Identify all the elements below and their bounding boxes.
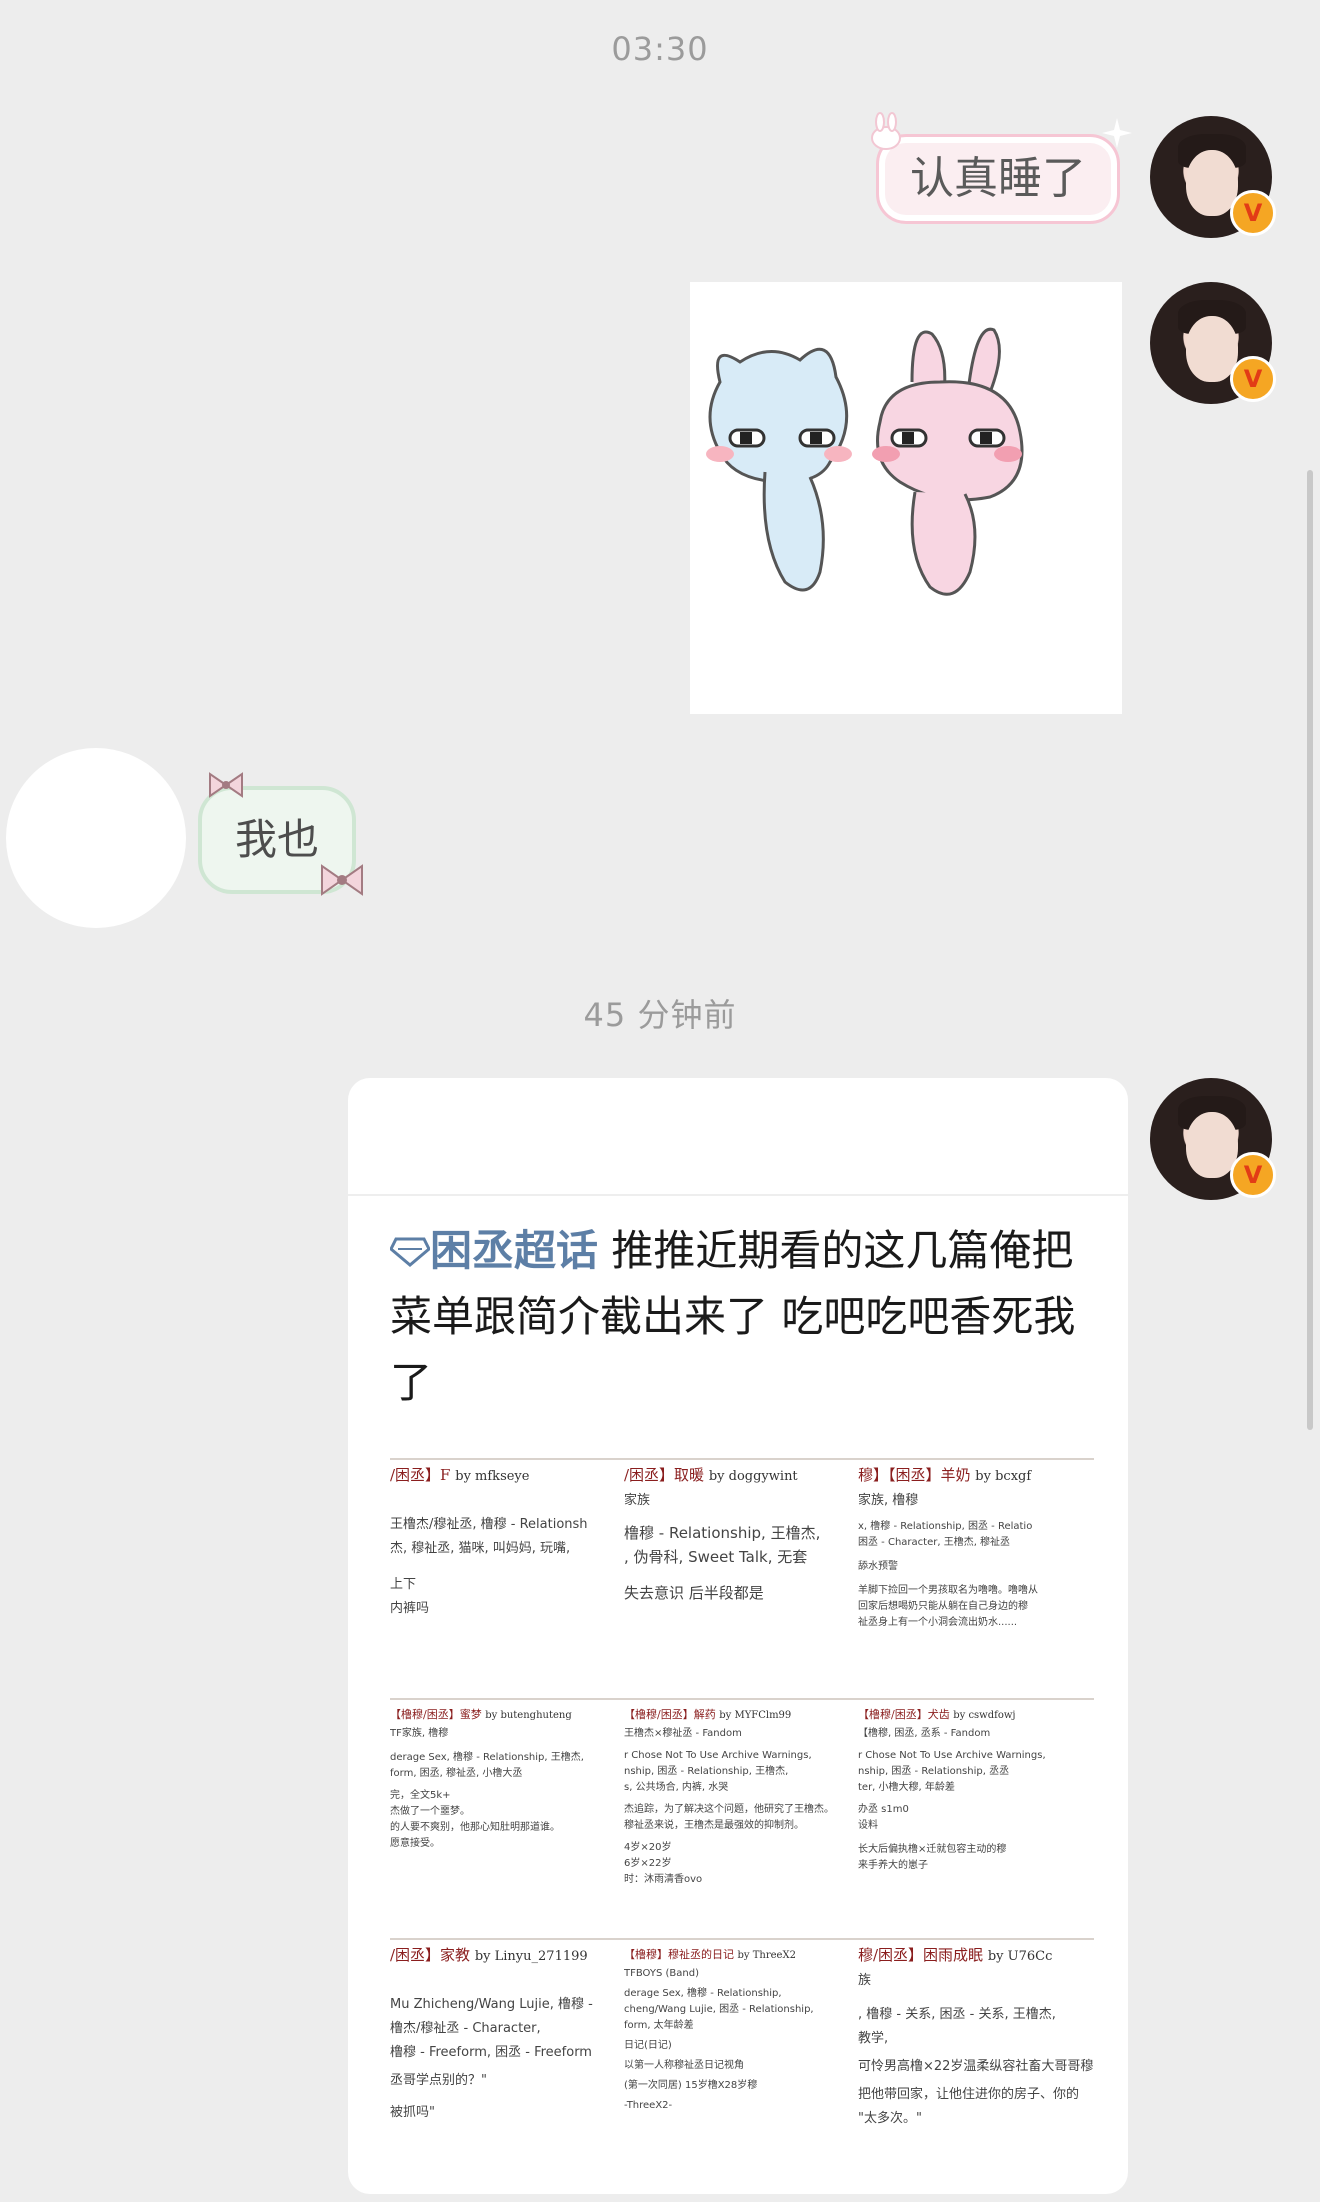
verified-badge-icon: V bbox=[1230, 190, 1276, 236]
card-divider bbox=[348, 1194, 1128, 1196]
screenshot-thumbnail[interactable]: /困丞】家教 by Linyu_271199 Mu Zhicheng/Wang … bbox=[390, 1938, 626, 2168]
avatar-self[interactable]: V bbox=[1150, 1078, 1276, 1200]
screenshot-thumbnail[interactable]: 【橹穆/困丞】蜜梦 by butenghuteng TF家族, 橹穆 derag… bbox=[390, 1698, 626, 1898]
topic-link[interactable]: 困丞超话 bbox=[430, 1226, 598, 1275]
cat-bunny-sticker-icon bbox=[706, 327, 1024, 596]
timestamp-top: 03:30 bbox=[611, 30, 709, 68]
bow-decoration-icon bbox=[321, 864, 363, 896]
verified-badge-icon: V bbox=[1230, 1152, 1276, 1198]
sparkle-icon bbox=[1102, 118, 1132, 148]
verified-badge-icon: V bbox=[1230, 356, 1276, 402]
timestamp-relative: 45 分钟前 bbox=[583, 996, 737, 1034]
screenshot-thumbnail[interactable]: 【橹穆/困丞】犬齿 by cswdfowj 【橹穆, 困丞, 丞系 - Fand… bbox=[858, 1698, 1094, 1898]
bunny-decoration-icon bbox=[871, 112, 901, 150]
shared-post-card[interactable]: 困丞超话 推推近期看的这几篇俺把菜单跟简介截出来了 吃吧吃吧香死我了 /困丞】F… bbox=[348, 1078, 1128, 2194]
sticker-message[interactable] bbox=[690, 282, 1122, 714]
screenshot-thumbnail[interactable]: 穆/困丞】困雨成眠 by U76Cc 族 , 橹穆 - 关系, 困丞 - 关系,… bbox=[858, 1938, 1094, 2168]
screenshot-thumbnail[interactable]: 【橹穆/困丞】解药 by MYFClm99 王橹杰×穆祉丞 - Fandom r… bbox=[624, 1698, 860, 1898]
avatar-other-redacted[interactable] bbox=[6, 748, 186, 928]
screenshot-thumbnail[interactable]: /困丞】取暖 by doggywint 家族 橹穆 - Relationship… bbox=[624, 1458, 860, 1663]
screenshot-thumbnail[interactable]: /困丞】F by mfkseye 王橹杰/穆祉丞, 橹穆 - Relations… bbox=[390, 1458, 626, 1663]
diamond-topic-icon bbox=[389, 1237, 431, 1267]
screenshot-thumbnail[interactable]: 穆】【困丞】羊奶 by bcxgf 家族, 橹穆 x, 橹穆 - Relatio… bbox=[858, 1458, 1094, 1663]
post-headline: 困丞超话 推推近期看的这几篇俺把菜单跟简介截出来了 吃吧吃吧香死我了 bbox=[389, 1218, 1090, 1416]
message-bubble-self[interactable]: 认真睡了 bbox=[876, 134, 1120, 224]
avatar-self[interactable]: V bbox=[1150, 116, 1276, 238]
scrollbar[interactable] bbox=[1307, 470, 1313, 1430]
bow-decoration-icon bbox=[209, 772, 243, 798]
screenshot-thumbnail[interactable]: 【橹穆】穆祉丞的日记 by ThreeX2 TFBOYS (Band) dera… bbox=[624, 1938, 860, 2168]
avatar-self[interactable]: V bbox=[1150, 282, 1276, 404]
